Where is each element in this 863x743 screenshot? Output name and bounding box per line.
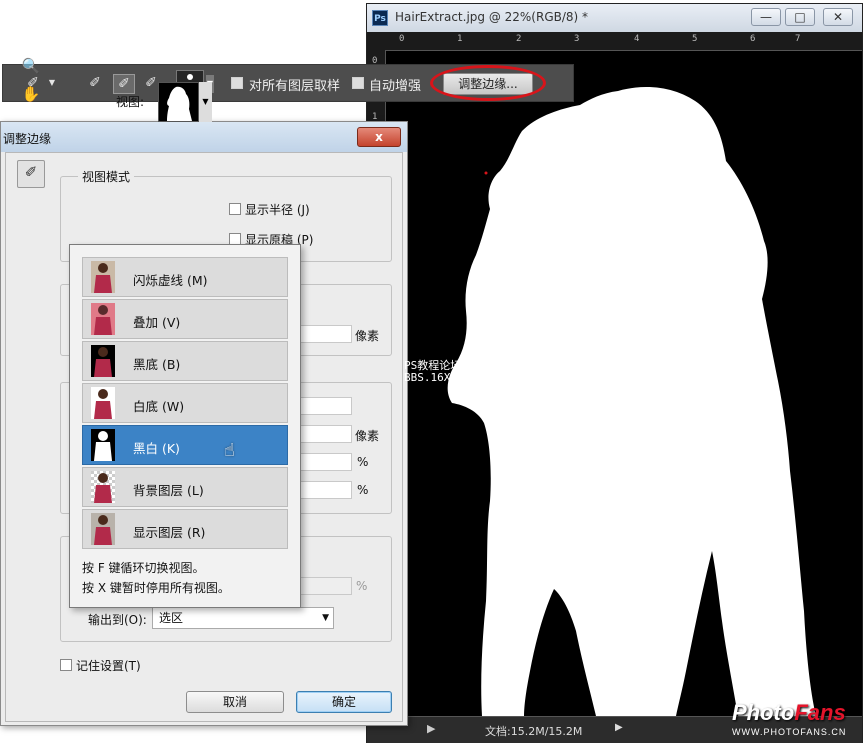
view-option-on-black[interactable]: 黑底 (B) — [82, 341, 288, 381]
document-titlebar[interactable]: Ps HairExtract.jpg @ 22%(RGB/8) * — □ ✕ — [367, 4, 862, 32]
close-button[interactable]: ✕ — [823, 8, 853, 26]
view-option-black-white[interactable]: 黑白 (K) — [82, 425, 288, 465]
watermark-line: BBS.16XX8.COM — [404, 371, 491, 384]
photofans-logo: PhotoFans — [732, 700, 846, 726]
output-to-select[interactable]: 选区 ▼ — [152, 607, 334, 629]
amount-unit: % — [356, 579, 368, 593]
chevron-down-icon: ▼ — [322, 613, 329, 623]
on-white-thumbnail-icon — [91, 387, 115, 419]
view-mode-title: 视图模式 — [78, 168, 135, 185]
view-option-on-layers[interactable]: 背景图层 (L) — [82, 467, 288, 507]
view-dropdown-arrow-icon[interactable]: ▼ — [198, 82, 212, 122]
marching-ants-thumbnail-icon — [91, 261, 115, 293]
add-to-selection-icon[interactable]: ✐ — [113, 74, 135, 94]
view-option-label: 黑底 (B) — [133, 357, 181, 372]
photoshop-logo-icon: Ps — [372, 10, 388, 26]
remember-settings-label: 记住设置(T) — [76, 659, 141, 673]
horizontal-ruler: 0 1 2 3 4 5 6 7 — [367, 32, 862, 51]
minimize-button[interactable]: — — [751, 8, 781, 26]
ruler-label: 4 — [634, 34, 640, 44]
contrast-field[interactable] — [300, 453, 352, 471]
annotation-circle — [430, 65, 546, 101]
refine-radius-brush-icon[interactable]: ✐ — [17, 160, 45, 188]
overlay-thumbnail-icon — [91, 303, 115, 335]
view-thumbnail-silhouette — [167, 86, 192, 121]
smooth-field[interactable] — [300, 397, 352, 415]
ruler-label: 3 — [574, 34, 580, 44]
reveal-layer-thumbnail-icon — [91, 513, 115, 545]
pointer-cursor-icon: ☝ — [224, 440, 235, 461]
feather-field[interactable] — [300, 425, 352, 443]
popup-hint-disable: 按 X 键暂时停用所有视图。 — [82, 581, 230, 595]
radius-unit: 像素 — [355, 329, 380, 343]
ok-button[interactable]: 确定 — [296, 691, 392, 713]
popup-hint-cycle: 按 F 键循环切换视图。 — [82, 561, 205, 575]
new-selection-icon[interactable]: ✐ — [85, 74, 105, 92]
view-option-label: 叠加 (V) — [133, 315, 181, 330]
remember-settings-checkbox[interactable] — [60, 659, 72, 671]
ruler-label: 5 — [692, 34, 698, 44]
status-menu-arrow-icon[interactable]: ▶ — [615, 722, 629, 736]
show-radius-checkbox[interactable] — [229, 203, 241, 215]
dialog-title: 调整边缘 — [3, 132, 52, 146]
view-option-marching-ants[interactable]: 闪烁虚线 (M) — [82, 257, 288, 297]
shift-edge-unit: % — [357, 483, 369, 497]
brand-name-part: Fans — [794, 700, 846, 725]
document-title: HairExtract.jpg @ 22%(RGB/8) * — [395, 10, 589, 24]
auto-enhance-label: 自动增强 — [369, 79, 422, 94]
brush-tip-icon — [187, 74, 193, 80]
radius-field[interactable] — [300, 325, 352, 343]
shift-edge-field[interactable] — [300, 481, 352, 499]
on-black-thumbnail-icon — [91, 345, 115, 377]
ruler-label: 2 — [516, 34, 522, 44]
on-layers-thumbnail-icon — [91, 471, 115, 503]
ruler-label: 0 — [399, 34, 405, 44]
auto-enhance-checkbox[interactable] — [352, 77, 364, 89]
view-option-overlay[interactable]: 叠加 (V) — [82, 299, 288, 339]
view-option-label: 显示图层 (R) — [133, 525, 206, 540]
navigate-icon[interactable]: ▶ — [427, 722, 443, 736]
document-size: 文档:15.2M/15.2M — [485, 725, 583, 738]
contrast-unit: % — [357, 455, 369, 469]
forum-watermark: PS教程论坛 BBS.16XX8.COM — [404, 360, 490, 384]
feather-unit: 像素 — [355, 429, 380, 443]
view-label: 视图: — [116, 95, 145, 109]
view-mode-popup: 闪烁虚线 (M) 叠加 (V) 黑底 (B) 白底 (W) 黑白 (K) 背景图… — [69, 244, 301, 608]
view-option-on-white[interactable]: 白底 (W) — [82, 383, 288, 423]
brand-name-part: Photo — [732, 700, 795, 725]
sample-all-layers-label: 对所有图层取样 — [249, 79, 341, 94]
dialog-titlebar[interactable]: 调整边缘 x — [1, 122, 407, 152]
sample-all-layers-checkbox[interactable] — [231, 77, 243, 89]
black-white-thumbnail-icon — [91, 429, 115, 461]
dialog-close-button[interactable]: x — [357, 127, 401, 147]
view-option-label: 白底 (W) — [133, 399, 185, 414]
view-option-label: 背景图层 (L) — [133, 483, 204, 498]
ruler-label: 7 — [795, 34, 801, 44]
view-option-label: 闪烁虚线 (M) — [133, 273, 208, 288]
view-option-label: 黑白 (K) — [133, 441, 180, 456]
ruler-label: 1 — [457, 34, 463, 44]
amount-field — [300, 577, 352, 595]
show-radius-label: 显示半径 (J) — [245, 203, 310, 217]
ruler-label: 6 — [750, 34, 756, 44]
brand-url: WWW.PHOTOFANS.CN — [732, 727, 847, 737]
hand-icon[interactable]: ✋ — [20, 83, 42, 105]
view-option-reveal-layer[interactable]: 显示图层 (R) — [82, 509, 288, 549]
maximize-button[interactable]: □ — [785, 8, 815, 26]
output-to-label: 输出到(O): — [88, 613, 147, 627]
zoom-icon[interactable]: 🔍 — [20, 55, 42, 77]
cancel-button[interactable]: 取消 — [186, 691, 284, 713]
tool-preset-dropdown-icon[interactable]: ▼ — [47, 74, 57, 92]
output-to-value: 选区 — [159, 611, 184, 625]
